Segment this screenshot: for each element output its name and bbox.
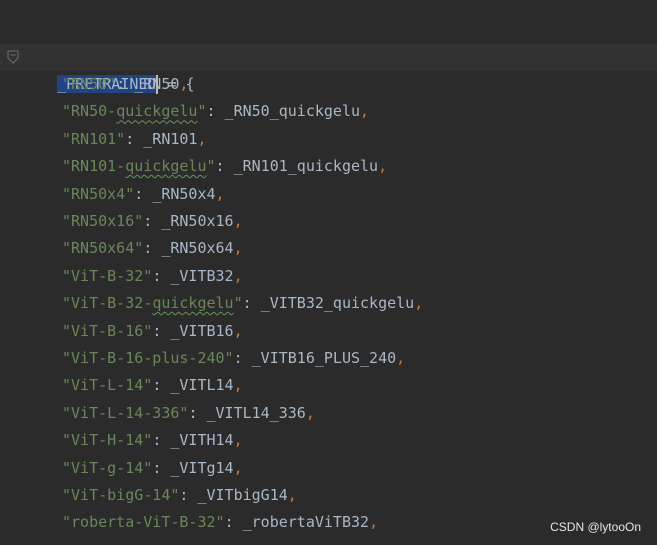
- key-separator: :: [215, 157, 234, 176]
- code-line[interactable]: "ViT-B-32-quickgelu": _VITB32_quickgelu,: [0, 290, 423, 317]
- code-line[interactable]: "ViT-B-16-plus-240": _VITB16_PLUS_240,: [0, 345, 405, 372]
- dict-key: ": [197, 102, 207, 121]
- dict-key-typo: quickgelu: [116, 102, 198, 121]
- code-line[interactable]: "RN50x16": _RN50x16,: [0, 208, 243, 235]
- key-separator: :: [206, 102, 225, 121]
- code-line[interactable]: "ViT-g-14": _VITg14,: [0, 455, 243, 482]
- code-line[interactable]: "ViT-bigG-14": _VITbigG14,: [0, 482, 297, 509]
- dict-key: "ViT-B-32": [62, 266, 153, 285]
- dict-value: _RN50: [134, 75, 180, 93]
- key-separator: :: [125, 129, 144, 148]
- trailing-comma: ,: [287, 486, 297, 504]
- dict-value: _RN101: [143, 129, 198, 148]
- code-line-declaration[interactable]: _PRETRAINED = {: [21, 44, 195, 94]
- key-separator: :: [152, 266, 171, 285]
- dict-value: _VITg14: [170, 458, 234, 477]
- code-line[interactable]: "RN50-quickgelu": _RN50_quickgelu,: [0, 98, 369, 125]
- trailing-comma: ,: [233, 212, 243, 230]
- trailing-comma: ,: [378, 157, 388, 176]
- trailing-comma: ,: [369, 513, 379, 532]
- code-line[interactable]: "RN50": _RN50,: [0, 71, 188, 98]
- code-line[interactable]: "ViT-B-16": _VITB16,: [0, 318, 243, 345]
- key-separator: :: [116, 75, 135, 93]
- dict-key: ": [206, 157, 216, 176]
- trailing-comma: ,: [233, 239, 243, 258]
- dict-key: "RN50x4": [62, 184, 135, 203]
- code-editor[interactable]: _PRETRAINED = { "RN50": _RN50, "RN50-quic…: [0, 0, 657, 545]
- dict-value: _VITH14: [170, 431, 234, 450]
- code-line[interactable]: "roberta-ViT-B-32": _robertaViTB32,: [0, 509, 378, 536]
- dict-value: _RN50x16: [161, 212, 234, 230]
- code-line[interactable]: "RN101": _RN101,: [0, 126, 207, 153]
- key-separator: :: [143, 239, 162, 258]
- dict-key: "roberta-ViT-B-32": [62, 513, 225, 532]
- dict-value: _RN50x4: [152, 184, 216, 203]
- trailing-comma: ,: [414, 294, 424, 313]
- dict-value: _RN101_quickgelu: [233, 157, 379, 176]
- dict-key: "ViT-B-32-: [62, 294, 153, 313]
- dict-key: "RN50": [62, 75, 117, 93]
- dict-key: "ViT-bigG-14": [62, 486, 180, 504]
- trailing-comma: ,: [305, 403, 315, 422]
- dict-value: _RN50x64: [161, 239, 234, 258]
- key-separator: :: [179, 486, 198, 504]
- key-separator: :: [233, 349, 252, 367]
- key-separator: :: [188, 403, 207, 422]
- key-separator: :: [152, 431, 171, 450]
- key-separator: :: [224, 513, 243, 532]
- dict-value: _VITB32: [170, 266, 234, 285]
- dict-value: _VITL14: [170, 376, 234, 395]
- dict-key: ": [233, 294, 243, 313]
- trailing-comma: ,: [197, 129, 207, 148]
- dict-key: "ViT-L-14": [62, 376, 153, 395]
- trailing-comma: ,: [233, 431, 243, 450]
- code-line[interactable]: "RN50x64": _RN50x64,: [0, 235, 243, 262]
- dict-key: "RN101": [62, 129, 126, 148]
- dict-key: "ViT-B-16": [62, 321, 153, 340]
- code-line[interactable]: "ViT-B-32": _VITB32,: [0, 263, 243, 290]
- key-separator: :: [134, 184, 153, 203]
- key-separator: :: [242, 294, 261, 313]
- dict-key-typo: quickgelu: [125, 157, 207, 176]
- dict-value: _VITL14_336: [206, 403, 306, 422]
- dict-key: "RN101-: [62, 157, 126, 176]
- dict-value: _RN50_quickgelu: [224, 102, 361, 121]
- trailing-comma: ,: [360, 102, 370, 121]
- dict-key: "ViT-L-14-336": [62, 403, 189, 422]
- dict-key: "ViT-H-14": [62, 431, 153, 450]
- fold-marker-icon[interactable]: [7, 50, 19, 64]
- code-line[interactable]: "ViT-L-14": _VITL14,: [0, 372, 243, 399]
- key-separator: :: [152, 321, 171, 340]
- dict-value: _robertaViTB32: [242, 513, 370, 532]
- code-line[interactable]: "RN50x4": _RN50x4,: [0, 181, 225, 208]
- dict-key: "ViT-B-16-plus-240": [62, 349, 234, 367]
- key-separator: :: [152, 458, 171, 477]
- dict-value: _VITbigG14: [197, 486, 288, 504]
- watermark: CSDN @lytooOn: [550, 520, 641, 534]
- key-separator: :: [143, 212, 162, 230]
- trailing-comma: ,: [233, 376, 243, 395]
- dict-key: "RN50-: [62, 102, 117, 121]
- dict-key: "RN50x64": [62, 239, 144, 258]
- dict-value: _VITB16_PLUS_240: [251, 349, 397, 367]
- code-line[interactable]: "ViT-H-14": _VITH14,: [0, 427, 243, 454]
- dict-value: _VITB32_quickgelu: [260, 294, 415, 313]
- code-line[interactable]: "RN101-quickgelu": _RN101_quickgelu,: [0, 153, 387, 180]
- dict-key: "ViT-g-14": [62, 458, 153, 477]
- dict-key: "RN50x16": [62, 212, 144, 230]
- code-line[interactable]: "ViT-L-14-336": _VITL14_336,: [0, 400, 315, 427]
- trailing-comma: ,: [233, 458, 243, 477]
- trailing-comma: ,: [233, 321, 243, 340]
- key-separator: :: [152, 376, 171, 395]
- dict-key-typo: quickgelu: [152, 294, 234, 313]
- dict-value: _VITB16: [170, 321, 234, 340]
- trailing-comma: ,: [215, 184, 225, 203]
- trailing-comma: ,: [179, 75, 189, 93]
- trailing-comma: ,: [396, 349, 406, 367]
- trailing-comma: ,: [233, 266, 243, 285]
